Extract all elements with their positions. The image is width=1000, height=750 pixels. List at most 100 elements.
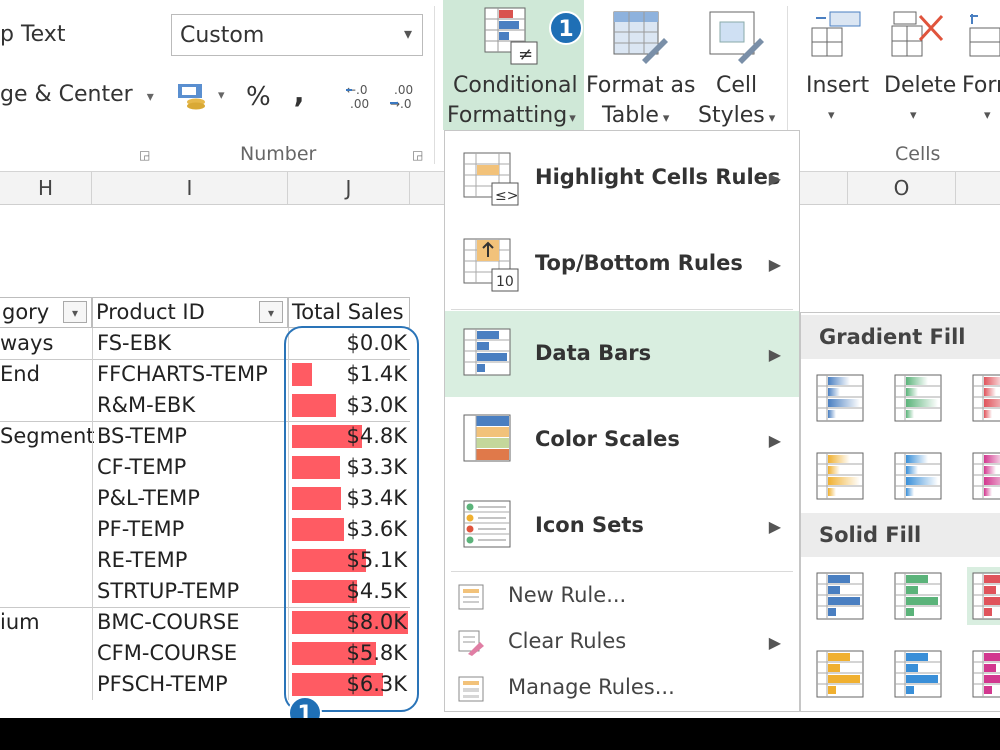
menu-item-data-bars[interactable]: Data Bars ▶ — [445, 311, 799, 397]
menu-item-icon-sets[interactable]: Icon Sets ▶ — [445, 483, 799, 569]
cell-styles-icon — [708, 8, 764, 66]
bottom-black-bar — [0, 718, 1000, 750]
solid-data-bar-option[interactable] — [889, 645, 947, 703]
conditional-formatting-menu: ≤> Highlight Cells Rules ▶ 10 Top/Bottom… — [444, 130, 800, 712]
data-bars-icon — [462, 327, 516, 381]
percent-style-button[interactable]: % — [246, 82, 271, 112]
comma-style-button[interactable]: ‚ — [293, 76, 304, 111]
header-category-label: gory — [2, 300, 50, 324]
delete-cells-icon — [890, 8, 946, 62]
menu-item-manage-rules[interactable]: Manage Rules... — [445, 667, 799, 711]
product-id-cell[interactable]: R&M-EBK — [97, 390, 195, 421]
chevron-down-icon: ▾ — [910, 108, 917, 123]
category-cell[interactable]: ium — [0, 607, 40, 638]
insert-label: Insert — [806, 73, 870, 98]
product-id-cell[interactable]: STRTUP-TEMP — [97, 576, 239, 607]
product-id-cell[interactable]: FS-EBK — [97, 328, 171, 359]
solid-fill-header: Solid Fill — [801, 513, 1000, 557]
cs-label-text: Styles — [698, 103, 765, 128]
menu-item-new-rule[interactable]: New Rule... — [445, 575, 799, 619]
cf-label-line2: Formatting ▾ — [447, 103, 576, 128]
chevron-right-icon: ▶ — [768, 255, 781, 274]
merge-center-button[interactable]: ge & Center ▾ — [0, 82, 154, 107]
chevron-down-icon: ▾ — [768, 111, 776, 126]
wrap-text-button[interactable]: p Text — [0, 22, 65, 47]
column-header-j[interactable]: J — [288, 172, 410, 204]
column-divider — [92, 328, 93, 700]
cf-label-text: Formatting — [447, 103, 568, 128]
category-cell[interactable]: End — [0, 359, 40, 390]
conditional-formatting-icon: ≠ — [483, 6, 541, 66]
gradient-data-bar-option[interactable] — [811, 447, 869, 505]
merge-center-label: ge & Center — [0, 82, 133, 107]
solid-data-bar-option[interactable] — [811, 567, 869, 625]
menu-item-label: Color Scales — [535, 427, 680, 451]
menu-item-highlight-cells-rules[interactable]: ≤> Highlight Cells Rules ▶ — [445, 137, 799, 221]
product-id-cell[interactable]: RE-TEMP — [97, 545, 187, 576]
delete-cells-button[interactable]: Delete ▾ — [880, 0, 960, 130]
format-as-table-button[interactable]: Format as Table ▾ — [586, 0, 695, 130]
format-cells-button[interactable]: Form ▾ — [962, 0, 1000, 130]
gradient-data-bar-option[interactable] — [889, 369, 947, 427]
solid-data-bar-option[interactable] — [967, 567, 1000, 625]
cell-styles-button[interactable]: Cell Styles ▾ — [694, 0, 778, 130]
menu-item-color-scales[interactable]: Color Scales ▶ — [445, 397, 799, 483]
category-cell[interactable]: ways — [0, 328, 53, 359]
dialog-launcher-icon[interactable]: ◲ — [139, 148, 150, 162]
insert-cells-icon — [810, 8, 862, 62]
filter-dropdown-icon[interactable]: ▾ — [259, 301, 283, 323]
filter-dropdown-icon[interactable]: ▾ — [63, 301, 87, 323]
product-id-cell[interactable]: FFCHARTS-TEMP — [97, 359, 268, 390]
header-category[interactable]: gory ▾ — [0, 297, 92, 328]
menu-item-label: Top/Bottom Rules — [535, 251, 743, 275]
header-total-sales[interactable]: Total Sales — [288, 297, 410, 328]
fat-label-text: Table — [602, 103, 659, 128]
column-header-h[interactable]: H — [0, 172, 92, 204]
chevron-down-icon: ▾ — [828, 108, 835, 123]
cf-label-line1: Conditional — [453, 73, 578, 98]
decrease-decimal-icon[interactable]: .00 →.0 — [388, 82, 422, 112]
product-id-cell[interactable]: CFM-COURSE — [97, 638, 237, 669]
gradient-data-bar-option[interactable] — [811, 369, 869, 427]
solid-data-bar-option[interactable] — [811, 645, 869, 703]
product-id-cell[interactable]: P&L-TEMP — [97, 483, 200, 514]
column-header-o[interactable]: O — [848, 172, 956, 204]
solid-data-bar-option[interactable] — [889, 567, 947, 625]
gradient-data-bar-option[interactable] — [967, 369, 1000, 427]
chevron-down-icon: ▾ — [569, 111, 576, 126]
insert-cells-button[interactable]: Insert ▾ — [798, 0, 872, 130]
header-product-id-label: Product ID — [96, 300, 205, 324]
chevron-down-icon: ▾ — [984, 108, 991, 123]
color-scales-icon — [462, 413, 516, 467]
menu-item-clear-rules[interactable]: Clear Rules ▶ — [445, 621, 799, 665]
solid-data-bar-option[interactable] — [967, 645, 1000, 703]
product-id-cell[interactable]: BMC-COURSE — [97, 607, 240, 638]
accounting-format-icon[interactable] — [176, 80, 210, 110]
step-badge-ribbon: 1 — [549, 11, 583, 45]
product-id-cell[interactable]: CF-TEMP — [97, 452, 186, 483]
menu-item-label: New Rule... — [508, 583, 627, 607]
product-id-cell[interactable]: PFSCH-TEMP — [97, 669, 228, 700]
chevron-down-icon: ▾ — [662, 111, 670, 126]
column-header-i[interactable]: I — [92, 172, 288, 204]
number-format-dropdown[interactable]: Custom ▾ — [171, 14, 423, 56]
new-rule-icon — [458, 584, 484, 610]
gradient-data-bar-option[interactable] — [967, 447, 1000, 505]
column-header-i-label: I — [186, 176, 193, 200]
format-label: Form — [962, 73, 1000, 98]
svg-text:.00: .00 — [350, 97, 369, 111]
column-header-n[interactable] — [800, 172, 848, 204]
svg-text:≠: ≠ — [518, 44, 533, 65]
menu-separator — [451, 309, 793, 310]
header-product-id[interactable]: Product ID ▾ — [92, 297, 288, 328]
manage-rules-icon — [458, 676, 484, 702]
category-cell[interactable]: Segment — [0, 421, 95, 452]
increase-decimal-icon[interactable]: ←.0.00 — [344, 82, 378, 112]
gradient-data-bar-option[interactable] — [889, 447, 947, 505]
product-id-cell[interactable]: BS-TEMP — [97, 421, 187, 452]
product-id-cell[interactable]: PF-TEMP — [97, 514, 184, 545]
menu-item-label: Clear Rules — [508, 629, 627, 653]
dialog-launcher-icon[interactable]: ◲ — [412, 148, 423, 162]
menu-item-top-bottom-rules[interactable]: 10 Top/Bottom Rules ▶ — [445, 223, 799, 307]
data-bars-submenu: Gradient Fill Solid Fill — [800, 312, 1000, 712]
